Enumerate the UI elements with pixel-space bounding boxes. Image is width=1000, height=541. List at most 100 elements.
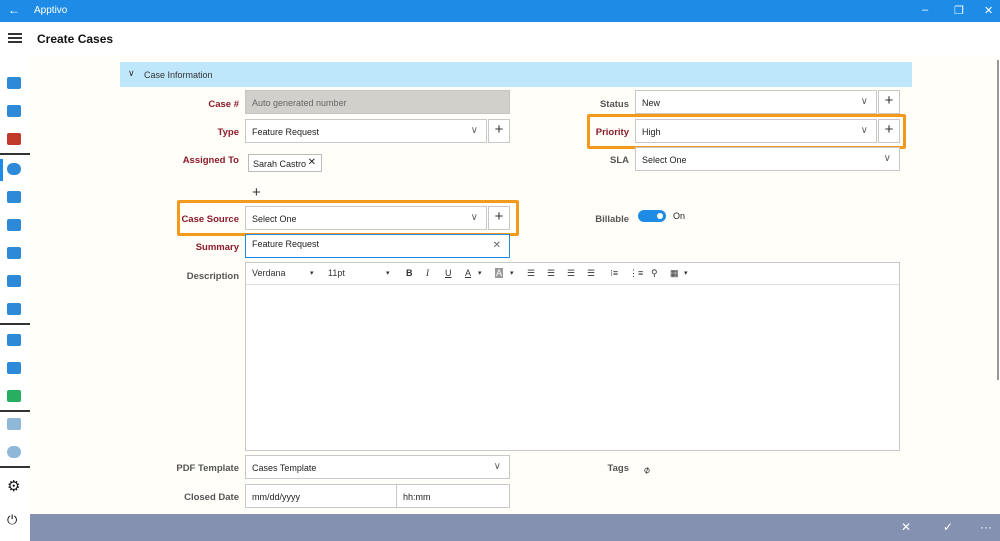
cloud-icon[interactable]	[7, 191, 21, 203]
editor-toolbar: Verdana ▾ 11pt ▾ B I U A ▾ A ▾ ☰ ☰ ☰ ☰ ⁝…	[246, 263, 899, 285]
calculator-icon[interactable]	[7, 133, 21, 145]
sidebar: ⚙ ⏻	[0, 56, 30, 541]
assigned-to-label: Assigned To	[182, 155, 239, 166]
back-arrow-icon[interactable]: ←	[8, 3, 20, 17]
font-color-button[interactable]: A	[465, 268, 471, 278]
headset-icon[interactable]	[7, 163, 21, 175]
sidebar-divider	[0, 153, 30, 155]
sidebar-divider	[0, 466, 30, 468]
section-title: Case Information	[144, 70, 213, 80]
page-header: Create Cases	[0, 22, 1000, 56]
case-information-section[interactable]: ∨ Case Information	[120, 62, 912, 87]
clear-summary-icon[interactable]: ✕	[493, 240, 501, 251]
type-value: Feature Request	[252, 127, 320, 137]
case-source-select[interactable]: Select One ∨	[245, 206, 487, 230]
scrollbar[interactable]	[997, 60, 999, 380]
align-justify-icon[interactable]: ☰	[587, 268, 595, 279]
bullet-list-icon[interactable]: ⁝≡	[610, 268, 618, 279]
chevron-down-icon: ∨	[883, 153, 891, 164]
minimize-button[interactable]: –	[922, 4, 928, 16]
pdf-template-value: Cases Template	[252, 463, 317, 473]
cancel-icon[interactable]: ✕	[901, 520, 911, 534]
priority-value: High	[642, 127, 661, 137]
close-window-button[interactable]: ✕	[984, 4, 993, 17]
align-left-icon[interactable]: ☰	[527, 268, 535, 279]
sla-select[interactable]: Select One ∨	[635, 147, 900, 171]
pdf-template-label: PDF Template	[176, 463, 239, 474]
description-editor[interactable]: Verdana ▾ 11pt ▾ B I U A ▾ A ▾ ☰ ☰ ☰ ☰ ⁝…	[245, 262, 900, 451]
add-case-source-button[interactable]: +	[488, 206, 510, 230]
shopping-bag-icon[interactable]	[7, 334, 21, 346]
building-icon[interactable]	[7, 303, 21, 315]
table-dropdown-icon[interactable]: ▾	[684, 269, 688, 277]
bold-button[interactable]: B	[406, 268, 413, 278]
font-size-select[interactable]: 11pt	[328, 268, 345, 278]
title-bar: ← Apptivo – ❐ ✕	[0, 0, 1000, 22]
bg-color-dropdown-icon[interactable]: ▾	[510, 269, 514, 277]
money-bag-icon[interactable]	[7, 219, 21, 231]
page-title: Create Cases	[37, 32, 114, 46]
chevron-down-icon: ∨	[860, 96, 868, 107]
funnel-icon[interactable]	[7, 275, 21, 287]
chevron-down-icon: ∨	[470, 212, 478, 223]
more-options-icon[interactable]: ···	[980, 520, 992, 534]
add-priority-button[interactable]: +	[878, 119, 900, 143]
assignee-chip[interactable]: Sarah Castro ✕	[248, 154, 322, 172]
priority-select[interactable]: High ∨	[635, 119, 877, 143]
closed-date-label: Closed Date	[184, 492, 239, 503]
background-color-button[interactable]: A	[495, 268, 504, 278]
sla-label: SLA	[610, 155, 629, 166]
sidebar-active-indicator	[0, 159, 3, 181]
underline-button[interactable]: U	[445, 268, 452, 278]
font-family-select[interactable]: Verdana	[252, 268, 286, 278]
status-select[interactable]: New ∨	[635, 90, 877, 114]
align-right-icon[interactable]: ☰	[567, 268, 575, 279]
sidebar-divider	[0, 323, 30, 325]
status-label: Status	[599, 99, 629, 110]
home-icon[interactable]	[7, 77, 21, 89]
billable-toggle[interactable]	[638, 210, 666, 222]
pdf-template-select[interactable]: Cases Template ∨	[245, 455, 510, 479]
settings-gear-icon[interactable]: ⚙	[7, 479, 21, 494]
power-icon[interactable]: ⏻	[7, 513, 21, 526]
priority-label: Priority	[595, 127, 629, 138]
summary-value: Feature Request	[252, 239, 320, 249]
type-select[interactable]: Feature Request ∨	[245, 119, 487, 143]
align-center-icon[interactable]: ☰	[547, 268, 555, 279]
assignee-name: Sarah Castro	[253, 159, 307, 169]
closed-time-input[interactable]: hh:mm	[396, 484, 510, 508]
font-color-dropdown-icon[interactable]: ▾	[478, 269, 482, 277]
inventory-icon[interactable]	[7, 390, 21, 402]
case-source-value: Select One	[252, 214, 297, 224]
summary-input[interactable]: Feature Request ✕	[245, 234, 510, 258]
save-check-icon[interactable]: ✓	[943, 520, 953, 534]
people-icon[interactable]	[7, 247, 21, 259]
app-title: Apptivo	[34, 5, 68, 16]
table-icon[interactable]: ▦	[670, 268, 679, 279]
mail-icon[interactable]	[7, 105, 21, 117]
billable-state: On	[673, 211, 686, 221]
hamburger-menu-icon[interactable]	[8, 33, 22, 43]
add-assignee-button[interactable]: +	[252, 184, 261, 201]
numbered-list-icon[interactable]: ⋮≡	[629, 268, 643, 279]
link-icon[interactable]: ⚲	[651, 268, 658, 279]
status-value: New	[642, 98, 661, 108]
font-family-dropdown-icon[interactable]: ▾	[310, 269, 314, 277]
chevron-down-icon: ∨	[470, 125, 478, 136]
summary-label: Summary	[195, 242, 239, 253]
chevron-down-icon: ∨	[860, 125, 868, 136]
remove-assignee-icon[interactable]: ✕	[308, 157, 316, 168]
billable-label: Billable	[595, 214, 629, 225]
closed-date-input[interactable]: mm/dd/yyyy	[245, 484, 397, 508]
description-label: Description	[186, 271, 239, 282]
font-size-dropdown-icon[interactable]: ▾	[386, 269, 390, 277]
add-type-button[interactable]: +	[488, 119, 510, 143]
chevron-down-icon[interactable]: ∨	[128, 68, 135, 79]
restore-button[interactable]: ❐	[954, 4, 964, 17]
sidebar-divider	[0, 410, 30, 412]
truck-icon[interactable]	[7, 362, 21, 374]
clock-icon[interactable]	[7, 446, 21, 458]
italic-button[interactable]: I	[426, 268, 429, 278]
add-status-button[interactable]: +	[878, 90, 900, 114]
timesheet-icon[interactable]	[7, 418, 21, 430]
